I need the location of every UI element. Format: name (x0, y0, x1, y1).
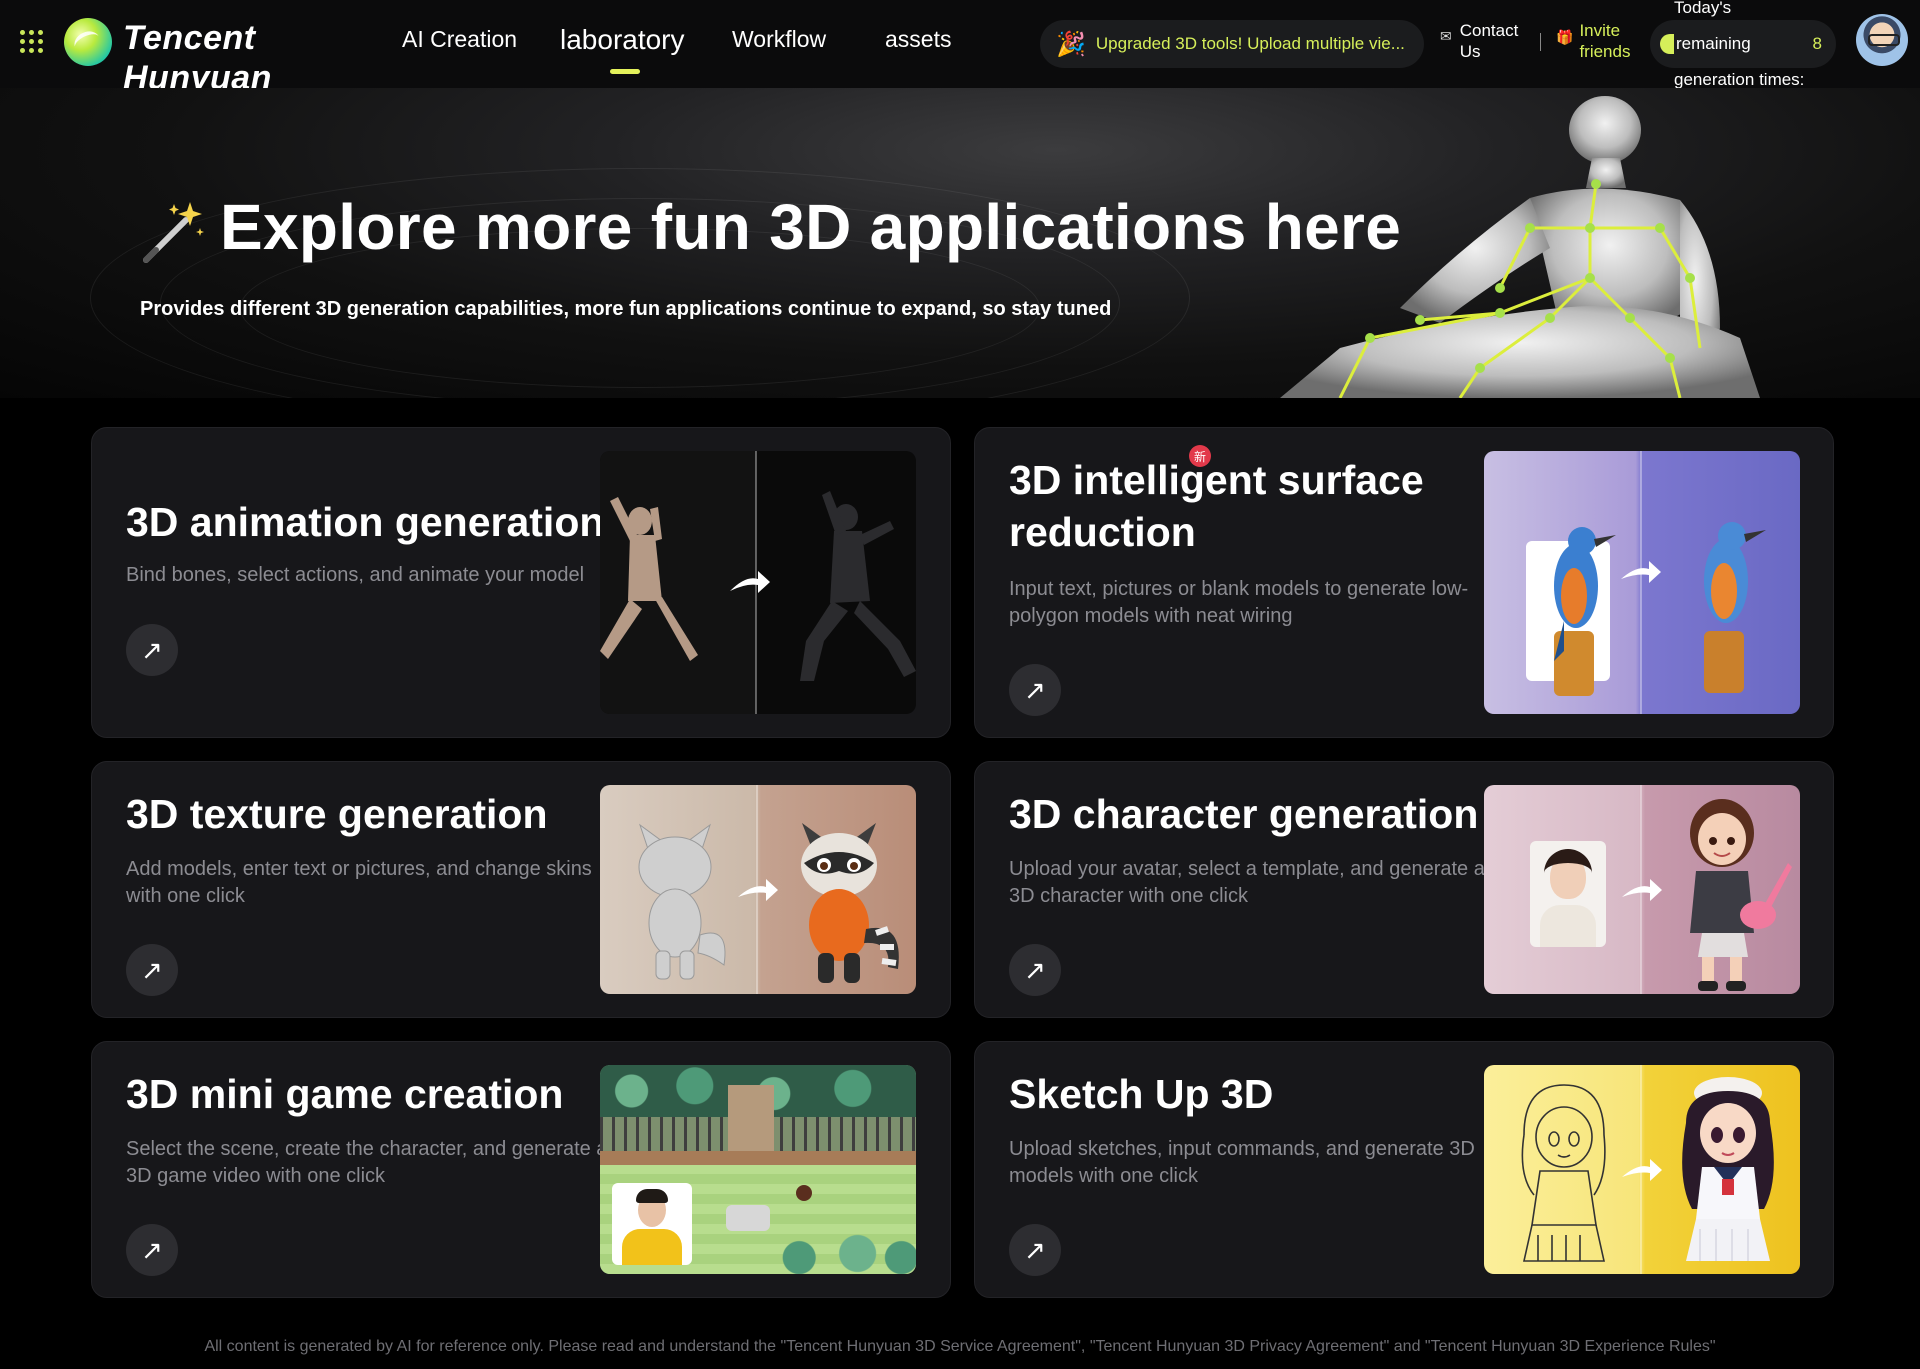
avatar-photo (1530, 841, 1606, 947)
card-3d-mini-game-creation[interactable]: 3D mini game creation Select the scene, … (91, 1041, 951, 1298)
card-3d-character-generation[interactable]: 3D character generation Upload your avat… (974, 761, 1834, 1018)
nav-laboratory[interactable]: laboratory (560, 24, 685, 56)
gate (728, 1085, 774, 1159)
arrow-up-right-icon[interactable]: ↗ (126, 624, 178, 676)
sketch-up-preview-image (1484, 1065, 1800, 1274)
path-border (600, 1151, 916, 1165)
animated-figure (800, 491, 916, 681)
party-popper-icon: 🎉 (1056, 30, 1086, 58)
arrow-up-right-icon[interactable]: ↗ (126, 1224, 178, 1276)
transform-arrow-icon (730, 571, 770, 593)
contact-us-link[interactable]: ✉ Contact Us (1440, 20, 1530, 62)
arrow-up-right-icon[interactable]: ↗ (126, 944, 178, 996)
card-sketch-up-3d[interactable]: Sketch Up 3D Upload sketches, input comm… (974, 1041, 1834, 1298)
statue-skeleton-illustration (1280, 96, 1760, 398)
transform-arrow-icon (1622, 879, 1662, 901)
transform-arrow-icon (738, 879, 778, 901)
card-3d-texture-generation[interactable]: 3D texture generation Add models, enter … (91, 761, 951, 1018)
arrow-up-right-icon[interactable]: ↗ (1009, 1224, 1061, 1276)
card-title: 3D intelligent surface reduction (1009, 457, 1424, 555)
card-3d-animation-generation[interactable]: 3D animation generation Bind bones, sele… (91, 427, 951, 738)
header-divider (1540, 33, 1541, 51)
card-description: Add models, enter text or pictures, and … (126, 858, 592, 907)
announcement-text: Upgraded 3D tools! Upload multiple vie..… (1095, 34, 1405, 53)
gift-icon: 🎁 (1556, 29, 1574, 45)
active-nav-indicator (610, 69, 640, 74)
apps-grid-icon[interactable] (20, 30, 44, 54)
remaining-credits[interactable]: Today's remaining generation times: 8 (1650, 0, 1836, 89)
invite-friends-link[interactable]: 🎁 Invite friends (1556, 20, 1649, 62)
contact-us-label: Contact Us (1459, 21, 1519, 61)
arrow-up-right-icon[interactable]: ↗ (1009, 944, 1061, 996)
user-avatar[interactable] (1856, 14, 1908, 66)
line-sketch-girl (1521, 1084, 1606, 1262)
bush-front (770, 1233, 916, 1274)
nav-workflow[interactable]: Workflow (732, 26, 826, 53)
card-title: 3D character generation (1009, 791, 1479, 837)
card-description: Bind bones, select actions, and animate … (126, 564, 585, 586)
credits-label-mid: remaining (1676, 34, 1751, 53)
tpose-figure (600, 497, 698, 661)
card-3d-intelligent-surface-reduction[interactable]: 3D intelligent surface reduction 新 Input… (974, 427, 1834, 738)
card-title: 3D animation generation (126, 499, 605, 545)
magic-wand-icon (143, 202, 204, 263)
hero-banner: Explore more fun 3D applications here Pr… (0, 88, 1920, 398)
textured-raccoon-model (801, 823, 899, 983)
mail-icon: ✉ (1440, 28, 1452, 44)
card-title: Sketch Up 3D (1009, 1071, 1274, 1117)
bird-3d-model (1704, 522, 1766, 693)
texture-preview-image (600, 785, 916, 994)
card-title: 3D mini game creation (126, 1071, 564, 1117)
card-description: Select the scene, create the character, … (126, 1138, 608, 1187)
top-header: Tencent Hunyuan 3D AI Creation laborator… (0, 0, 1920, 89)
credits-label-bottom: generation times: (1674, 70, 1805, 89)
surface-reduction-preview-image (1484, 451, 1800, 714)
card-title: 3D texture generation (126, 791, 548, 837)
character-preview-image (1484, 785, 1800, 994)
3d-girl-with-guitar (1690, 799, 1792, 991)
3d-anime-girl (1682, 1077, 1774, 1261)
arrow-up-right-icon[interactable]: ↗ (1009, 664, 1061, 716)
announcement-banner[interactable]: 🎉 Upgraded 3D tools! Upload multiple vie… (1040, 20, 1424, 68)
nav-assets[interactable]: assets (885, 26, 951, 53)
hunyuan-logo-icon[interactable] (64, 18, 112, 66)
new-badge: 新 (1189, 445, 1211, 467)
credits-count: 8 (1812, 34, 1822, 53)
invite-friends-label: Invite friends (1579, 21, 1631, 61)
stone-block (726, 1205, 770, 1231)
nav-ai-creation[interactable]: AI Creation (402, 26, 517, 53)
player-photo (612, 1183, 692, 1265)
player-character (796, 1185, 812, 1201)
gray-raccoon-model (638, 823, 726, 980)
brand-name[interactable]: Tencent Hunyuan 3D (123, 18, 313, 88)
footer-disclaimer: All content is generated by AI for refer… (204, 1338, 1716, 1355)
card-description: Upload sketches, input commands, and gen… (1009, 1138, 1475, 1187)
mini-game-preview-image (600, 1065, 916, 1274)
transform-arrow-icon (1622, 1159, 1662, 1181)
moon-icon (1660, 34, 1674, 54)
transform-arrow-icon (1621, 561, 1661, 583)
animation-preview-image (600, 451, 916, 714)
card-description: Input text, pictures or blank models to … (1009, 578, 1469, 627)
credits-label-top: Today's (1674, 0, 1732, 17)
card-description: Upload your avatar, select a template, a… (1009, 858, 1485, 907)
bird-photo (1554, 527, 1616, 696)
hero-subtitle: Provides different 3D generation capabil… (140, 298, 1112, 320)
